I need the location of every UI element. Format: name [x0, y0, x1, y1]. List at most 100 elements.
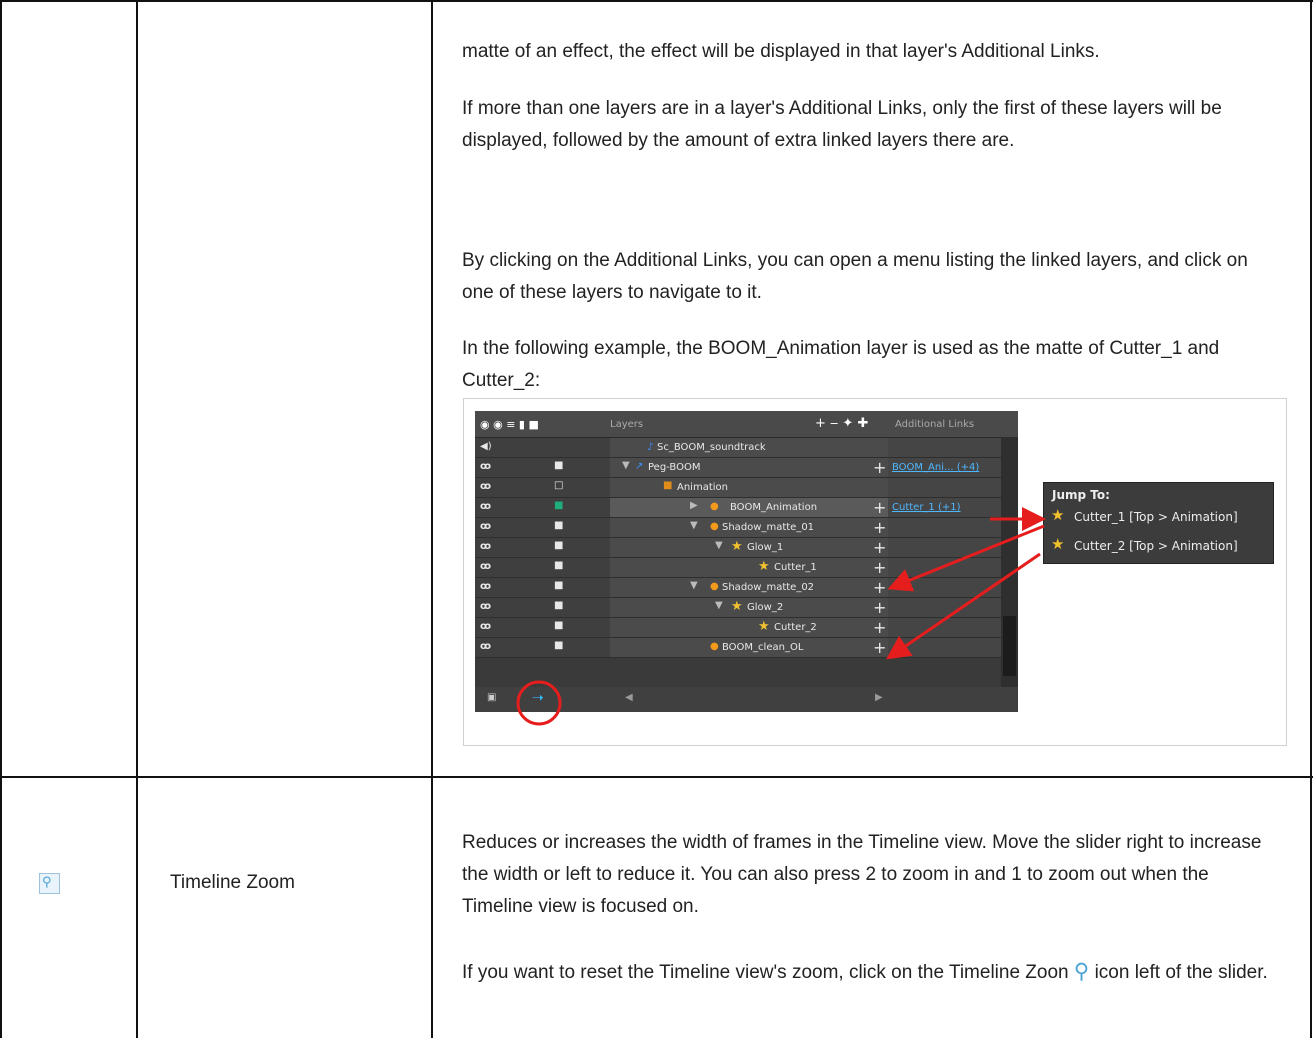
layer-name: Sc_BOOM_soundtrack [657, 442, 766, 453]
timeline-zoom-icon: ⚲ [39, 873, 60, 894]
layer-name: Shadow_matte_01 [722, 522, 815, 533]
camera-icon: ▣ [487, 692, 497, 703]
expand-arrow-icon: ▼ [690, 580, 698, 591]
sound-icon: ♪ [647, 442, 654, 453]
eye-icon: ꝏ [480, 581, 492, 592]
add-link-icon: + [873, 538, 887, 557]
color-swatch-icon: ■ [554, 500, 564, 511]
layers-header-label: Layers [610, 419, 644, 430]
layer-row: ꝏ ■ ★ Cutter_2 + [475, 618, 1001, 638]
add-layer-icon: + ‒ ✦ ✚ [815, 416, 869, 431]
layers-header: ◉ ◉ ≡ ▮ ■ Layers + ‒ ✦ ✚ Additional Link… [475, 411, 1018, 438]
add-link-icon: + [873, 518, 887, 537]
expand-arrow-icon: ▼ [715, 540, 723, 551]
eye-icon: ꝏ [480, 621, 492, 632]
inline-zoom-icon: ⚲ [1073, 960, 1090, 983]
add-link-icon: + [873, 638, 887, 657]
checkbox-icon: ■ [554, 520, 564, 531]
table-border-top [0, 0, 1313, 2]
paragraph-click-links: By clicking on the Additional Links, you… [462, 250, 1248, 303]
popup-item: Cutter_2 [Top > Animation] [1074, 539, 1238, 553]
collapse-arrow-icon: ▶ [690, 500, 698, 511]
layer-row: ꝏ ■ ▼ ↗ Peg-BOOM + BOOM_Ani... (+4) [475, 458, 1001, 478]
table-border-left [0, 0, 2, 1038]
paragraph-effect-links: matte of an effect, the effect will be d… [462, 41, 1100, 62]
scroll-right-icon: ▶ [875, 692, 883, 703]
additional-links-header: Additional Links [895, 419, 975, 430]
timeline-zoom-reset-text: If you want to reset the Timeline view's… [462, 957, 1277, 989]
layer-row: ꝏ ■ ▼ ★ Glow_1 + [475, 538, 1001, 558]
add-link-icon: + [873, 618, 887, 637]
eye-icon: ꝏ [480, 501, 492, 512]
expand-arrow-icon: ▼ [622, 460, 630, 471]
expand-arrow-icon: ▼ [715, 600, 723, 611]
jump-arrow-icon: ➝ [532, 690, 544, 706]
layers-footer: ▣ ➝ ◀ ▶ [475, 687, 1018, 712]
layer-name: Glow_2 [747, 602, 784, 613]
eye-icon: ꝏ [480, 541, 492, 552]
speaker-icon: ◀) [480, 441, 492, 452]
peg-icon: ↗ [635, 461, 644, 472]
effect-icon: ● [710, 641, 719, 652]
jump-to-popup: Jump To: ★ Cutter_1 [Top > Animation] ★ … [1043, 482, 1274, 564]
layer-name: Cutter_2 [774, 622, 817, 633]
star-icon: ★ [758, 559, 770, 574]
additional-link: Cutter_1 (+1) [892, 502, 961, 513]
layer-row: ◀) ♪ Sc_BOOM_soundtrack [475, 438, 1001, 458]
scroll-left-icon: ◀ [625, 692, 633, 703]
eye-icon: ꝏ [480, 461, 492, 472]
layer-name: Glow_1 [747, 542, 784, 553]
checkbox-icon: ■ [554, 560, 564, 571]
checkbox-icon: □ [554, 480, 564, 491]
expand-arrow-icon: ▼ [690, 520, 698, 531]
row-divider [0, 776, 1313, 778]
additional-link: BOOM_Ani... (+4) [892, 462, 980, 473]
effect-icon: ● [710, 581, 719, 592]
star-icon: ★ [758, 619, 770, 634]
table-border-right [1310, 0, 1312, 1038]
layer-row: ꝏ ■ ▶ ● BOOM_Animation + Cutter_1 (+1) [475, 498, 1001, 518]
add-link-icon: + [873, 598, 887, 617]
checkbox-icon: ■ [554, 640, 564, 651]
popup-title: Jump To: [1052, 488, 1110, 502]
layer-name: Shadow_matte_02 [722, 582, 815, 593]
checkbox-icon: ■ [554, 460, 564, 471]
add-link-icon: + [873, 558, 887, 577]
timeline-zoom-description: Reduces or increases the width of frames… [462, 832, 1262, 917]
layer-row: ꝏ □ ■ Animation [475, 478, 1001, 498]
layer-name: BOOM_clean_OL [722, 642, 804, 653]
checkbox-icon: ■ [554, 540, 564, 551]
effect-icon: ● [710, 521, 719, 532]
layer-toggle-icons: ◉ ◉ ≡ ▮ ■ [480, 418, 539, 431]
paragraph-multiple-links: If more than one layers are in a layer's… [462, 98, 1222, 151]
layer-row: ꝏ ■ ● BOOM_clean_OL + [475, 638, 1001, 658]
eye-icon: ꝏ [480, 521, 492, 532]
eye-icon: ꝏ [480, 641, 492, 652]
star-icon: ★ [1051, 535, 1065, 553]
layer-row: ꝏ ■ ▼ ● Shadow_matte_01 + [475, 518, 1001, 538]
layers-panel-screenshot: ◉ ◉ ≡ ▮ ■ Layers + ‒ ✦ ✚ Additional Link… [475, 411, 1018, 712]
layer-name: Animation [677, 482, 728, 493]
popup-item: Cutter_1 [Top > Animation] [1074, 510, 1238, 524]
checkbox-icon: ■ [554, 580, 564, 591]
layer-name: Cutter_1 [774, 562, 817, 573]
reset-text-before: If you want to reset the Timeline view's… [462, 962, 1069, 983]
add-link-icon: + [873, 578, 887, 597]
effect-icon: ● [710, 501, 719, 512]
checkbox-icon: ■ [554, 600, 564, 611]
layer-row: ꝏ ■ ▼ ★ Glow_2 + [475, 598, 1001, 618]
layer-row: ꝏ ■ ★ Cutter_1 + [475, 558, 1001, 578]
layer-name: BOOM_Animation [730, 502, 818, 513]
star-icon: ★ [1051, 506, 1065, 524]
add-link-icon: + [873, 498, 887, 517]
timeline-zoom-label: Timeline Zoom [170, 872, 295, 893]
eye-icon: ꝏ [480, 601, 492, 612]
checkbox-icon: ■ [554, 620, 564, 631]
eye-icon: ꝏ [480, 561, 492, 572]
column-divider-1 [136, 0, 138, 1038]
reset-text-after: icon left of the slider. [1094, 962, 1268, 983]
star-icon: ★ [731, 599, 743, 614]
eye-icon: ꝏ [480, 481, 492, 492]
paragraph-example: In the following example, the BOOM_Anima… [462, 338, 1220, 391]
column-divider-2 [431, 0, 433, 1038]
